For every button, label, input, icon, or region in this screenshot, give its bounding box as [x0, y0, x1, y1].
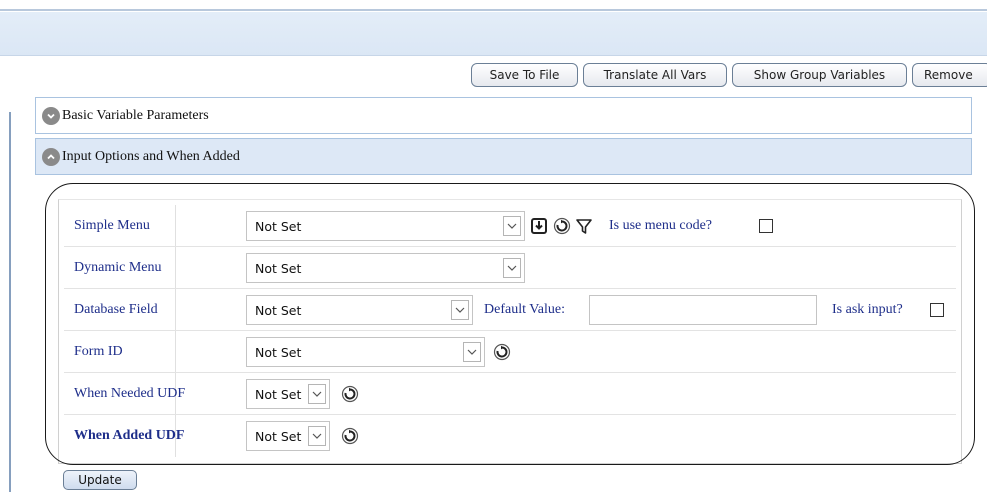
form-id-select[interactable]: Not Set: [246, 337, 485, 367]
top-divider: [0, 9, 987, 11]
chevron-down-icon: [463, 342, 481, 362]
save-to-file-button[interactable]: Save To File: [471, 63, 578, 87]
default-value-input[interactable]: [589, 295, 817, 325]
form-row-form-id: Form ID Not Set: [64, 331, 956, 373]
update-button[interactable]: Update: [63, 470, 137, 490]
toolbar: Save To File Translate All Vars Show Gro…: [0, 63, 987, 87]
select-value: Not Set: [255, 344, 302, 360]
database-field-select[interactable]: Not Set: [246, 295, 473, 325]
chevron-down-icon: [42, 106, 60, 125]
select-value: Not Set: [255, 386, 302, 402]
form-id-label: Form ID: [74, 344, 123, 359]
form-row-simple-menu: Simple Menu Not Set Is use menu code?: [64, 205, 956, 247]
refresh-icon[interactable]: [552, 216, 572, 236]
when-added-udf-label: When Added UDF: [74, 428, 185, 443]
when-needed-udf-label: When Needed UDF: [74, 386, 186, 401]
left-border: [9, 112, 11, 492]
select-value: Not Set: [255, 428, 302, 444]
panel-title: Input Options and When Added: [62, 148, 240, 164]
form-row-dynamic-menu: Dynamic Menu Not Set: [64, 247, 956, 289]
chevron-down-icon: [308, 426, 326, 446]
input-options-form: Simple Menu Not Set Is use menu code? Dy…: [64, 205, 956, 457]
select-value: Not Set: [255, 302, 302, 318]
remove-button[interactable]: Remove: [912, 63, 987, 87]
filter-icon[interactable]: [574, 216, 594, 236]
default-value-label: Default Value:: [484, 302, 565, 317]
use-menu-code-checkbox[interactable]: [759, 219, 773, 233]
database-field-label: Database Field: [74, 302, 158, 317]
panel-input-options[interactable]: Input Options and When Added: [35, 138, 972, 175]
select-value: Not Set: [255, 218, 302, 234]
show-group-variables-button[interactable]: Show Group Variables: [732, 63, 907, 87]
simple-menu-select[interactable]: Not Set: [246, 211, 525, 241]
chevron-down-icon: [451, 300, 469, 320]
select-value: Not Set: [255, 260, 302, 276]
chevron-up-icon: [42, 147, 60, 166]
download-icon[interactable]: [529, 216, 549, 236]
ask-input-checkbox[interactable]: [930, 303, 944, 317]
when-added-udf-select[interactable]: Not Set: [246, 421, 330, 451]
when-needed-udf-select[interactable]: Not Set: [246, 379, 330, 409]
dynamic-menu-label: Dynamic Menu: [74, 260, 162, 275]
header-bar: [0, 12, 987, 56]
refresh-icon[interactable]: [340, 426, 360, 446]
chevron-down-icon: [503, 216, 521, 236]
form-row-when-added-udf: When Added UDF Not Set: [64, 415, 956, 457]
translate-all-vars-button[interactable]: Translate All Vars: [583, 63, 727, 87]
form-row-when-needed-udf: When Needed UDF Not Set: [64, 373, 956, 415]
form-row-database-field: Database Field Not Set Default Value: Is…: [64, 289, 956, 331]
chevron-down-icon: [308, 384, 326, 404]
simple-menu-label: Simple Menu: [74, 218, 150, 233]
refresh-icon[interactable]: [492, 342, 512, 362]
panel-title: Basic Variable Parameters: [62, 107, 209, 123]
chevron-down-icon: [503, 258, 521, 278]
ask-input-label: Is ask input?: [832, 302, 903, 317]
dynamic-menu-select[interactable]: Not Set: [246, 253, 525, 283]
refresh-icon[interactable]: [340, 384, 360, 404]
panel-basic-variable-parameters[interactable]: Basic Variable Parameters: [35, 97, 972, 134]
use-menu-code-label: Is use menu code?: [609, 218, 713, 233]
